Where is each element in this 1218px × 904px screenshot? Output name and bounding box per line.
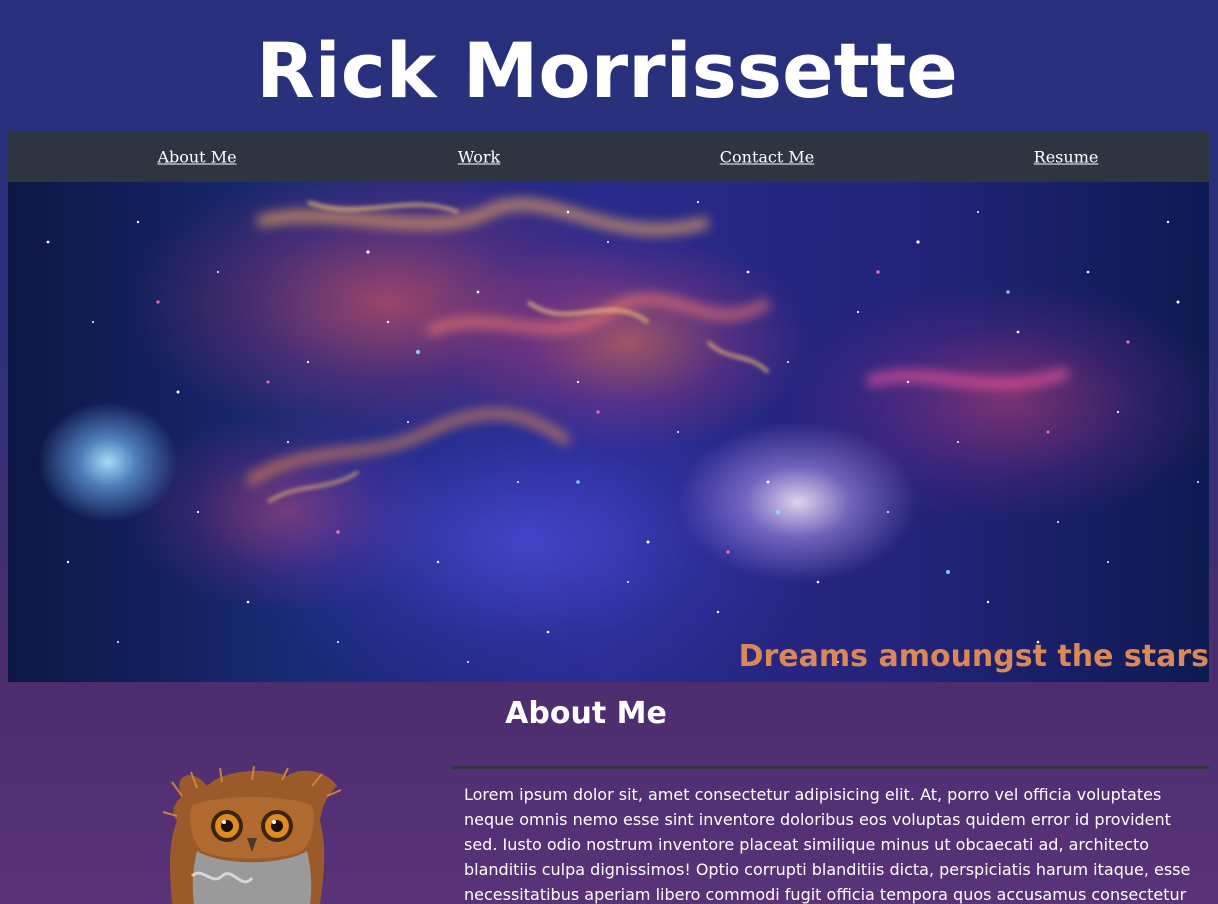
main-nav: About Me Work Contact Me Resume [8, 132, 1209, 182]
about-heading: About Me [505, 696, 667, 731]
site-title: Rick Morrissette [256, 25, 958, 115]
about-text: Lorem ipsum dolor sit, amet consectetur … [464, 785, 1191, 904]
nav-link-resume[interactable]: Resume [1034, 148, 1099, 167]
hero-caption: Dreams amoungst the stars [738, 639, 1209, 674]
site-header: Rick Morrissette [0, 0, 1218, 132]
nav-link-contact-me[interactable]: Contact Me [720, 148, 814, 167]
about-divider [452, 766, 1209, 769]
nav-link-work[interactable]: Work [458, 148, 500, 167]
hero-banner: Dreams amoungst the stars [8, 182, 1209, 682]
owl-image [162, 766, 342, 904]
nav-link-about-me[interactable]: About Me [157, 148, 236, 167]
galaxy-image [46, 199, 1199, 663]
